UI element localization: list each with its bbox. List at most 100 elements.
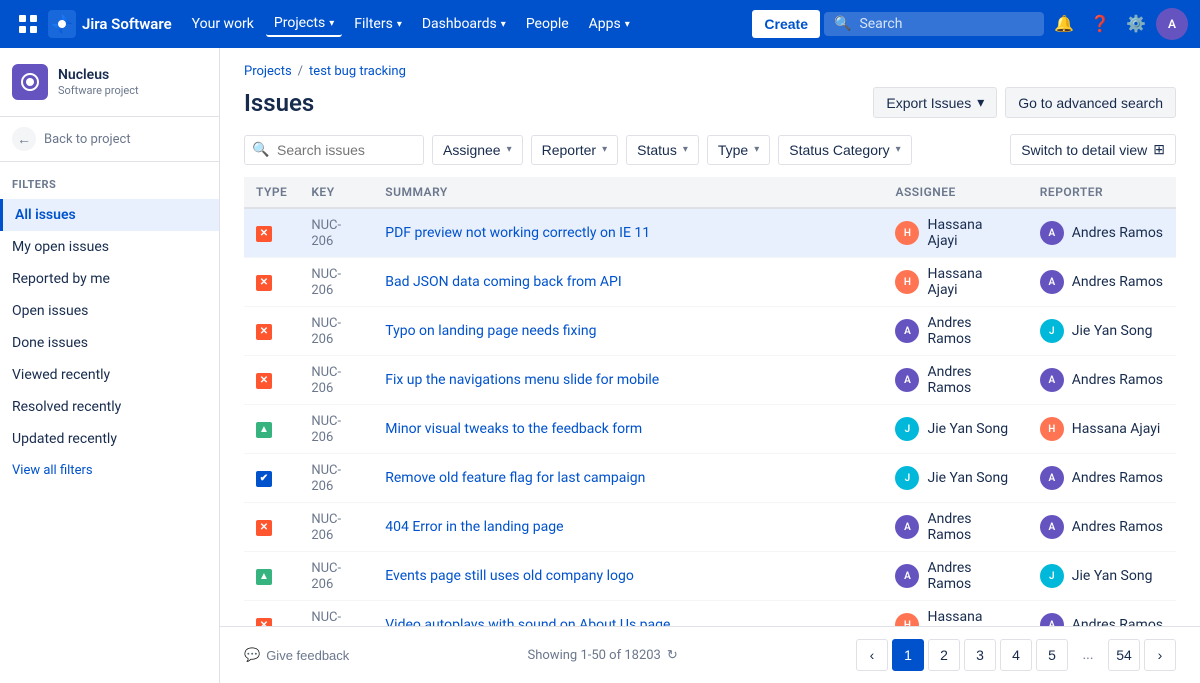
issues-table-wrap: Type Key Summary Assignee Reporter ✕ NUC… bbox=[220, 177, 1200, 683]
page-3-button[interactable]: 3 bbox=[964, 639, 996, 671]
reporter-filter-button[interactable]: Reporter ▾ bbox=[531, 135, 619, 165]
search-issues-input[interactable] bbox=[244, 135, 424, 165]
table-row[interactable]: ▲ NUC-206 Minor visual tweaks to the fee… bbox=[244, 405, 1176, 454]
search-bar[interactable]: 🔍 Search bbox=[824, 12, 1044, 36]
issue-type-cell: ✕ bbox=[244, 208, 299, 258]
issue-reporter-cell: A Andres Ramos bbox=[1028, 258, 1176, 307]
sidebar-item-updated-recently[interactable]: Updated recently bbox=[0, 423, 219, 455]
issue-reporter-cell: A Andres Ramos bbox=[1028, 356, 1176, 405]
issue-reporter-cell: A Andres Ramos bbox=[1028, 503, 1176, 552]
back-label: Back to project bbox=[44, 132, 131, 147]
projects-nav[interactable]: Projects ▾ bbox=[266, 11, 342, 37]
view-all-filters-link[interactable]: View all filters bbox=[0, 455, 219, 486]
issue-summary-cell[interactable]: Bad JSON data coming back from API bbox=[373, 258, 883, 307]
issue-summary-link[interactable]: Events page still uses old company logo bbox=[385, 568, 634, 584]
back-to-project-link[interactable]: ← Back to project bbox=[0, 117, 219, 162]
issue-assignee-cell: A Andres Ramos bbox=[883, 356, 1027, 405]
dashboards-nav[interactable]: Dashboards ▾ bbox=[414, 12, 514, 36]
dashboards-chevron-icon: ▾ bbox=[501, 19, 506, 30]
table-row[interactable]: ✕ NUC-206 Fix up the navigations menu sl… bbox=[244, 356, 1176, 405]
table-row[interactable]: ▲ NUC-206 Events page still uses old com… bbox=[244, 552, 1176, 601]
sidebar-item-reported-by-me[interactable]: Reported by me bbox=[0, 263, 219, 295]
table-row[interactable]: ✕ NUC-206 Bad JSON data coming back from… bbox=[244, 258, 1176, 307]
status-chevron-icon: ▾ bbox=[683, 144, 688, 155]
type-filter-button[interactable]: Type ▾ bbox=[707, 135, 770, 165]
assignee-avatar: H bbox=[895, 221, 919, 245]
export-issues-button[interactable]: Export Issues ▾ bbox=[873, 87, 997, 118]
issue-summary-link[interactable]: 404 Error in the landing page bbox=[385, 519, 563, 535]
sidebar-item-viewed-recently[interactable]: Viewed recently bbox=[0, 359, 219, 391]
assignee-name: Jie Yan Song bbox=[927, 470, 1008, 486]
sidebar-item-open-issues[interactable]: Open issues bbox=[0, 295, 219, 327]
sidebar-item-my-open-issues[interactable]: My open issues bbox=[0, 231, 219, 263]
page-title: Issues bbox=[244, 89, 314, 117]
user-avatar[interactable]: A bbox=[1156, 8, 1188, 40]
jira-logo[interactable]: Jira Software bbox=[48, 10, 172, 38]
issue-summary-cell[interactable]: Events page still uses old company logo bbox=[373, 552, 883, 601]
assignee-name: Jie Yan Song bbox=[927, 421, 1008, 437]
issue-summary-cell[interactable]: Remove old feature flag for last campaig… bbox=[373, 454, 883, 503]
sidebar-item-done-issues[interactable]: Done issues bbox=[0, 327, 219, 359]
issue-summary-link[interactable]: Fix up the navigations menu slide for mo… bbox=[385, 372, 659, 388]
apps-nav[interactable]: Apps ▾ bbox=[581, 12, 638, 36]
table-row[interactable]: ✔ NUC-206 Remove old feature flag for la… bbox=[244, 454, 1176, 503]
page-2-button[interactable]: 2 bbox=[928, 639, 960, 671]
sidebar-item-all-issues[interactable]: All issues bbox=[0, 199, 219, 231]
story-type-icon: ▲ bbox=[256, 569, 272, 585]
filters-nav[interactable]: Filters ▾ bbox=[346, 12, 410, 36]
issue-summary-cell[interactable]: PDF preview not working correctly on IE … bbox=[373, 208, 883, 258]
detail-view-button[interactable]: Switch to detail view ⊞ bbox=[1010, 134, 1176, 165]
sidebar-item-resolved-recently[interactable]: Resolved recently bbox=[0, 391, 219, 423]
notifications-button[interactable]: 🔔 bbox=[1048, 8, 1080, 40]
issue-summary-cell[interactable]: Typo on landing page needs fixing bbox=[373, 307, 883, 356]
help-button[interactable]: ❓ bbox=[1084, 8, 1116, 40]
table-row[interactable]: ✕ NUC-206 PDF preview not working correc… bbox=[244, 208, 1176, 258]
table-header: Type Key Summary Assignee Reporter bbox=[244, 177, 1176, 208]
issue-summary-link[interactable]: Typo on landing page needs fixing bbox=[385, 323, 596, 339]
assignee-avatar: A bbox=[895, 368, 919, 392]
back-icon: ← bbox=[12, 127, 36, 151]
prev-page-button[interactable]: ‹ bbox=[856, 639, 888, 671]
page-4-button[interactable]: 4 bbox=[1000, 639, 1032, 671]
reporter-name: Hassana Ajayi bbox=[1072, 421, 1161, 437]
issue-type-cell: ✕ bbox=[244, 307, 299, 356]
table-row[interactable]: ✕ NUC-206 404 Error in the landing page … bbox=[244, 503, 1176, 552]
search-icon: 🔍 bbox=[834, 16, 851, 32]
issue-type-cell: ✔ bbox=[244, 454, 299, 503]
issue-summary-cell[interactable]: Minor visual tweaks to the feedback form bbox=[373, 405, 883, 454]
refresh-icon[interactable]: ↻ bbox=[667, 648, 678, 663]
issue-key-cell: NUC-206 bbox=[299, 552, 373, 601]
page-1-button[interactable]: 1 bbox=[892, 639, 924, 671]
showing-text: Showing 1-50 of 18203 ↻ bbox=[528, 648, 678, 663]
next-page-button[interactable]: › bbox=[1144, 639, 1176, 671]
issue-assignee-cell: J Jie Yan Song bbox=[883, 454, 1027, 503]
issue-assignee-cell: A Andres Ramos bbox=[883, 552, 1027, 601]
give-feedback-button[interactable]: 💬 Give feedback bbox=[244, 647, 349, 663]
people-nav[interactable]: People bbox=[518, 12, 577, 36]
your-work-nav[interactable]: Your work bbox=[184, 12, 262, 36]
issue-summary-link[interactable]: PDF preview not working correctly on IE … bbox=[385, 225, 650, 241]
assignee-filter-button[interactable]: Assignee ▾ bbox=[432, 135, 523, 165]
status-category-filter-button[interactable]: Status Category ▾ bbox=[778, 135, 911, 165]
table-row[interactable]: ✕ NUC-206 Typo on landing page needs fix… bbox=[244, 307, 1176, 356]
topnav-actions: 🔔 ❓ ⚙️ A bbox=[1048, 8, 1188, 40]
breadcrumb-project-name[interactable]: test bug tracking bbox=[309, 64, 406, 79]
create-button[interactable]: Create bbox=[752, 10, 820, 38]
issue-key-cell: NUC-206 bbox=[299, 454, 373, 503]
issue-key-cell: NUC-206 bbox=[299, 356, 373, 405]
advanced-search-button[interactable]: Go to advanced search bbox=[1005, 87, 1176, 118]
page-5-button[interactable]: 5 bbox=[1036, 639, 1068, 671]
issue-summary-link[interactable]: Remove old feature flag for last campaig… bbox=[385, 470, 645, 486]
issue-summary-link[interactable]: Bad JSON data coming back from API bbox=[385, 274, 621, 290]
page-last-button[interactable]: 54 bbox=[1108, 639, 1140, 671]
apps-grid-icon[interactable] bbox=[12, 8, 44, 40]
breadcrumb-projects[interactable]: Projects bbox=[244, 64, 292, 79]
reporter-avatar: A bbox=[1040, 221, 1064, 245]
status-filter-button[interactable]: Status ▾ bbox=[626, 135, 699, 165]
issue-summary-link[interactable]: Minor visual tweaks to the feedback form bbox=[385, 421, 642, 437]
settings-button[interactable]: ⚙️ bbox=[1120, 8, 1152, 40]
issue-assignee-cell: A Andres Ramos bbox=[883, 503, 1027, 552]
issue-summary-cell[interactable]: Fix up the navigations menu slide for mo… bbox=[373, 356, 883, 405]
issue-summary-cell[interactable]: 404 Error in the landing page bbox=[373, 503, 883, 552]
project-icon bbox=[12, 64, 48, 100]
